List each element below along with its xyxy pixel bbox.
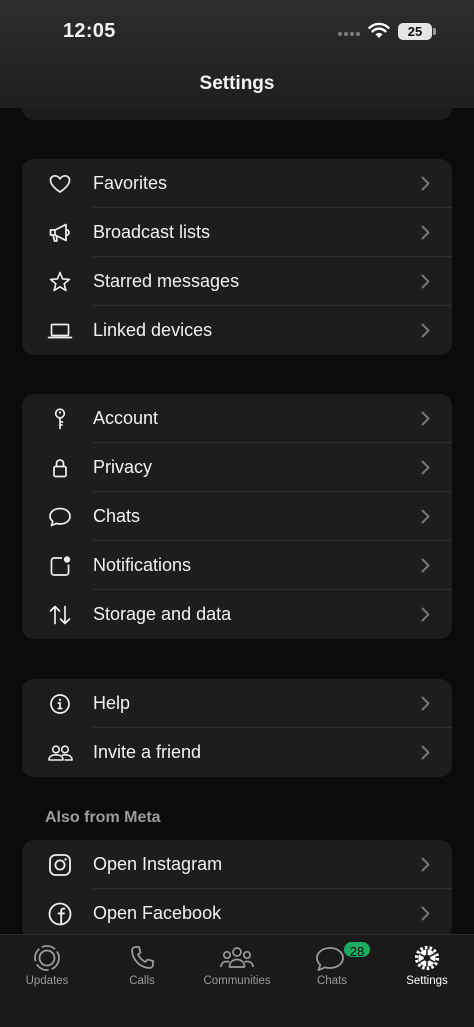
- settings-group-help: Help Invite a friend: [22, 679, 452, 777]
- chevron-right-icon: [421, 558, 430, 573]
- favorites-label: Favorites: [93, 173, 168, 193]
- tab-settings[interactable]: Settings: [380, 935, 474, 1005]
- lock-icon: [53, 459, 67, 478]
- help-row[interactable]: Help: [22, 679, 452, 728]
- tab-communities[interactable]: Communities: [190, 935, 284, 1005]
- account-label: Account: [93, 408, 159, 428]
- chevron-right-icon: [421, 225, 430, 240]
- privacy-row[interactable]: Privacy: [22, 443, 452, 492]
- tab-updates[interactable]: Updates: [0, 935, 94, 1005]
- invite-a-friend-row[interactable]: Invite a friend: [22, 728, 452, 777]
- settings-group-meta: Open Instagram Open Facebook: [22, 840, 452, 940]
- chevron-right-icon: [421, 176, 430, 191]
- facebook-icon: [48, 902, 72, 926]
- status-bar: 12:05 25: [0, 0, 474, 62]
- people-icon: [48, 745, 73, 761]
- favorites-row[interactable]: Favorites: [22, 159, 452, 208]
- tab-chats-label: Chats: [316, 975, 348, 987]
- linked-devices-label: Linked devices: [93, 320, 213, 340]
- notifications-row[interactable]: Notifications: [22, 541, 452, 590]
- wifi-icon: [368, 22, 390, 38]
- chevron-right-icon: [421, 323, 430, 338]
- navigation-header: 12:05 25 Settings: [0, 0, 474, 108]
- tab-calls-label: Calls: [129, 975, 155, 987]
- open-instagram-label: Open Instagram: [93, 854, 223, 874]
- privacy-label: Privacy: [93, 457, 153, 477]
- open-facebook-label: Open Facebook: [93, 903, 222, 923]
- settings-group-lists: Favorites Broadcast lists Starred messag…: [22, 159, 452, 355]
- bottom-tab-bar: Updates Calls Communities Chats 28 Setti…: [0, 934, 474, 1027]
- invite-a-friend-label: Invite a friend: [93, 742, 202, 762]
- settings-gear-icon: [414, 945, 440, 971]
- chevron-right-icon: [421, 411, 430, 426]
- storage-and-data-label: Storage and data: [93, 604, 232, 624]
- laptop-icon: [47, 323, 73, 339]
- info-icon: [50, 694, 70, 714]
- starred-messages-row[interactable]: Starred messages: [22, 257, 452, 306]
- help-label: Help: [93, 693, 131, 713]
- starred-messages-label: Starred messages: [93, 271, 240, 291]
- page-title: Settings: [199, 73, 275, 94]
- chats-row[interactable]: Chats: [22, 492, 452, 541]
- chevron-right-icon: [421, 509, 430, 524]
- updates-icon: [34, 945, 60, 971]
- battery-tip: [433, 28, 436, 35]
- notifications-label: Notifications: [93, 555, 192, 575]
- instagram-icon: [49, 854, 71, 876]
- chevron-right-icon: [421, 906, 430, 921]
- section-title-also-from-meta: Also from Meta: [45, 809, 161, 826]
- chevron-right-icon: [421, 745, 430, 760]
- unread-chats-badge: 28: [342, 940, 372, 959]
- settings-group-main: Account Privacy Chats Notifications Stor…: [22, 394, 452, 639]
- phone-icon: [131, 946, 154, 969]
- storage-arrows-icon: [49, 605, 71, 625]
- status-time: 12:05: [63, 20, 116, 42]
- chevron-right-icon: [421, 274, 430, 289]
- megaphone-icon: [49, 223, 70, 242]
- tab-updates-label: Updates: [25, 975, 69, 987]
- open-instagram-row[interactable]: Open Instagram: [22, 840, 452, 889]
- cellular-signal-icon: [337, 31, 361, 37]
- chat-bubble-icon: [49, 507, 71, 527]
- chevron-right-icon: [421, 607, 430, 622]
- chevron-right-icon: [421, 696, 430, 711]
- chevron-right-icon: [421, 460, 430, 475]
- key-icon: [54, 408, 66, 430]
- open-facebook-row[interactable]: Open Facebook: [22, 889, 452, 938]
- linked-devices-row[interactable]: Linked devices: [22, 306, 452, 355]
- heart-icon: [49, 174, 71, 193]
- storage-and-data-row[interactable]: Storage and data: [22, 590, 452, 639]
- tab-communities-label: Communities: [203, 975, 271, 987]
- chevron-right-icon: [421, 857, 430, 872]
- star-icon: [49, 271, 71, 292]
- communities-icon: [220, 947, 254, 968]
- broadcast-lists-row[interactable]: Broadcast lists: [22, 208, 452, 257]
- account-row[interactable]: Account: [22, 394, 452, 443]
- chats-label: Chats: [93, 506, 141, 526]
- tab-settings-label: Settings: [406, 975, 448, 987]
- tab-calls[interactable]: Calls: [95, 935, 189, 1005]
- broadcast-lists-label: Broadcast lists: [93, 222, 211, 242]
- battery-indicator: 25: [398, 23, 432, 40]
- notification-icon: [50, 556, 71, 576]
